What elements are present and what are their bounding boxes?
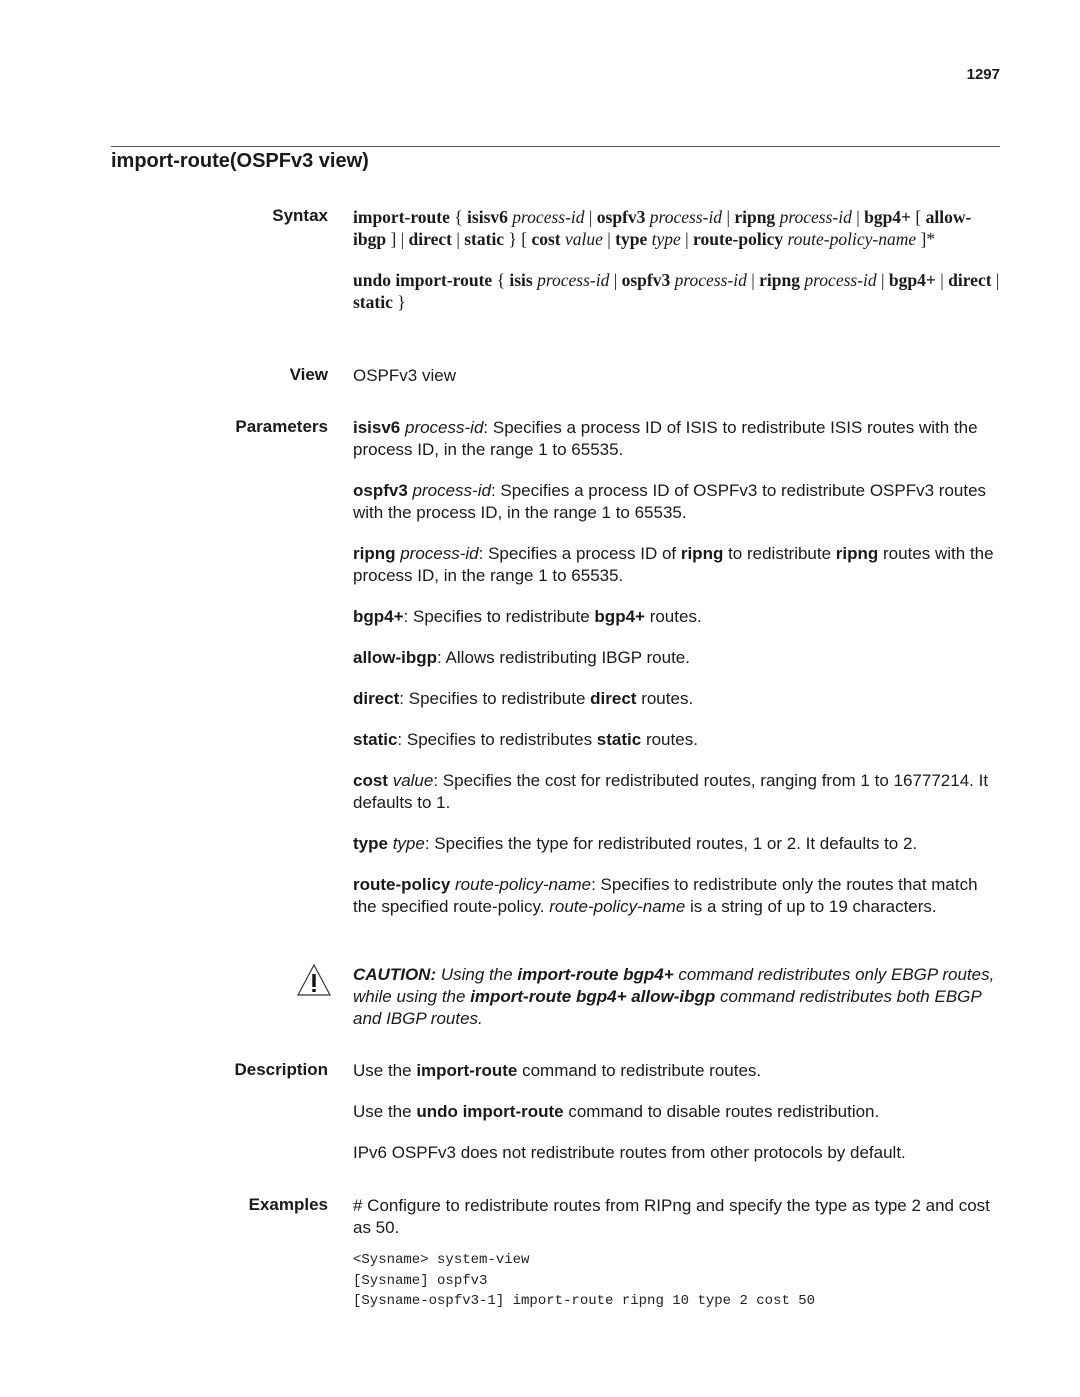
- syntax-content: import-route { isisv6 process-id | ospfv…: [353, 206, 1003, 313]
- param-route-policy: route-policy route-policy-name: Specifie…: [353, 875, 978, 916]
- page-number: 1297: [966, 66, 1000, 83]
- description-label: Description: [234, 1060, 328, 1079]
- param-ospfv3: ospfv3 process-id: Specifies a process I…: [353, 481, 987, 522]
- code-line: <Sysname> system-view: [353, 1252, 530, 1268]
- param-allow-ibgp: allow-ibgp: Allows redistributing IBGP r…: [353, 648, 690, 667]
- param-cost: cost value: Specifies the cost for redis…: [353, 771, 989, 812]
- parameters-label: Parameters: [235, 417, 328, 436]
- param-bgp4: bgp4+: Specifies to redistribute bgp4+ r…: [353, 607, 702, 626]
- parameters-list: isisv6 process-id: Specifies a process I…: [353, 417, 1003, 918]
- syntax-command: import-route { isisv6 process-id | ospfv…: [353, 207, 972, 249]
- param-isisv6: isisv6 process-id: Specifies a process I…: [353, 418, 978, 459]
- description-content: Use the import-route command to redistri…: [353, 1060, 1003, 1164]
- view-label: View: [289, 365, 328, 384]
- code-line: [Sysname] ospfv3: [353, 1272, 488, 1289]
- description-line-1: Use the import-route command to redistri…: [353, 1061, 762, 1080]
- examples-label: Examples: [248, 1195, 328, 1214]
- syntax-undo-command: undo import-route { isis process-id | os…: [353, 270, 1000, 312]
- param-type: type type: Specifies the type for redist…: [353, 834, 918, 853]
- description-line-2: Use the undo import-route command to dis…: [353, 1102, 880, 1121]
- warning-triangle-icon: [297, 963, 331, 996]
- examples-intro: # Configure to redistribute routes from …: [353, 1196, 990, 1237]
- view-text: OSPFv3 view: [353, 366, 456, 385]
- param-static: static: Specifies to redistributes stati…: [353, 730, 698, 749]
- page-title: import-route(OSPFv3 view): [111, 150, 369, 172]
- description-line-3: IPv6 OSPFv3 does not redistribute routes…: [353, 1143, 906, 1162]
- example-code-block: <Sysname> system-view [Sysname] ospfv3 [Sy…: [353, 1250, 815, 1312]
- caution-text: CAUTION: Using the import-route bgp4+ co…: [353, 965, 995, 1028]
- code-line: [Sysname-ospfv3-1] import-route ripng 10…: [353, 1293, 816, 1309]
- syntax-label: Syntax: [272, 206, 328, 225]
- param-direct: direct: Specifies to redistribute direct…: [353, 689, 694, 708]
- param-ripng: ripng process-id: Specifies a process ID…: [353, 544, 994, 585]
- title-rule: [111, 146, 1000, 147]
